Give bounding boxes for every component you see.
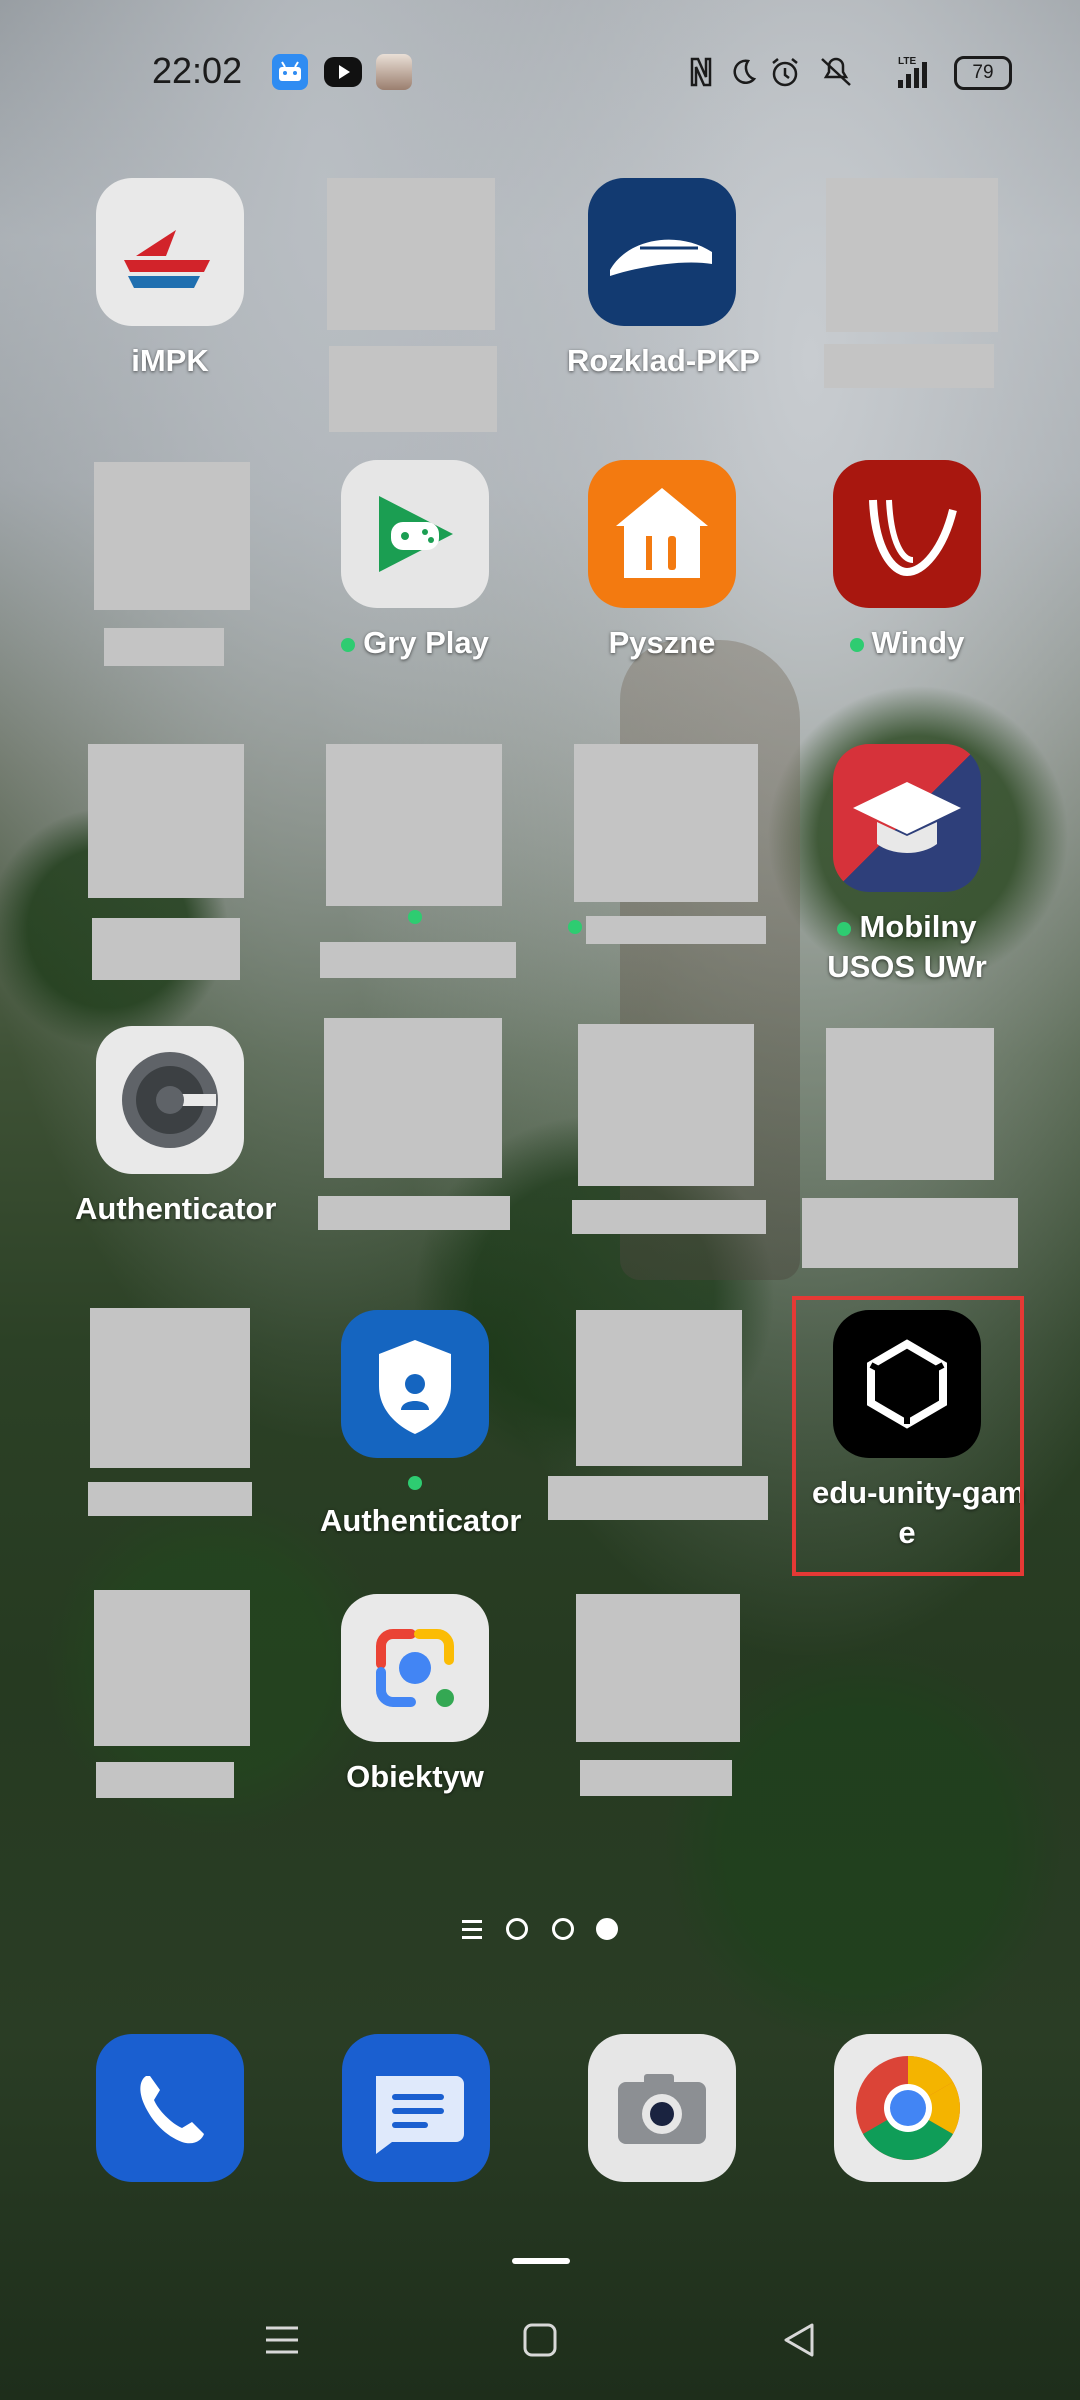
gesture-bar[interactable] bbox=[512, 2258, 570, 2264]
redacted-app-label bbox=[88, 1482, 252, 1516]
page-dot-3-active[interactable] bbox=[596, 1918, 618, 1940]
lock-shield-icon bbox=[341, 1310, 489, 1458]
redacted-app-icon[interactable] bbox=[578, 1024, 754, 1186]
redacted-app-icon[interactable] bbox=[327, 178, 495, 330]
app-label: Mobilny bbox=[812, 908, 1002, 946]
messages-icon[interactable] bbox=[342, 2034, 490, 2182]
page-dot-2[interactable] bbox=[552, 1918, 574, 1940]
back-triangle-icon[interactable] bbox=[768, 2310, 828, 2370]
highlight-box bbox=[792, 1296, 1024, 1576]
app-windy[interactable]: Windy bbox=[812, 460, 1002, 680]
app-label-line2: USOS UWr bbox=[827, 949, 987, 984]
youtube-icon bbox=[324, 57, 362, 87]
redacted-app-label bbox=[580, 1760, 732, 1796]
app-label: Pyszne bbox=[608, 625, 716, 660]
redacted-app-label bbox=[824, 344, 994, 388]
app-label: Gry Play bbox=[320, 624, 510, 662]
app-gry-play[interactable]: Gry Play bbox=[320, 460, 510, 680]
recents-menu-icon[interactable] bbox=[252, 2310, 312, 2370]
home-square-icon[interactable] bbox=[510, 2310, 570, 2370]
impk-icon bbox=[96, 178, 244, 326]
windy-icon bbox=[833, 460, 981, 608]
redacted-app-label bbox=[318, 1196, 510, 1230]
battery-indicator: 79 bbox=[954, 56, 1012, 90]
camera-icon[interactable] bbox=[588, 2034, 736, 2182]
page-dot-1[interactable] bbox=[506, 1918, 528, 1940]
redacted-app-label bbox=[329, 346, 497, 432]
app-microsoft-authenticator[interactable]: Authenticator bbox=[320, 1310, 522, 1540]
play-games-icon bbox=[341, 460, 489, 608]
lte-signal-icon: LTE bbox=[876, 52, 936, 92]
moon-icon bbox=[728, 52, 758, 92]
redacted-app-label bbox=[96, 1762, 234, 1798]
authenticator-icon bbox=[96, 1026, 244, 1174]
redacted-app-icon[interactable] bbox=[576, 1310, 742, 1466]
notification-dot bbox=[408, 910, 422, 924]
redacted-app-icon[interactable] bbox=[826, 178, 998, 332]
notification-dot bbox=[837, 921, 852, 936]
redacted-app-icon[interactable] bbox=[826, 1028, 994, 1180]
app-label: Obiektyw bbox=[346, 1759, 484, 1794]
redacted-app-icon[interactable] bbox=[88, 744, 244, 898]
redacted-app-icon[interactable] bbox=[326, 744, 502, 906]
mute-icon bbox=[816, 52, 856, 92]
redacted-app-icon[interactable] bbox=[94, 1590, 250, 1746]
status-bar: 22:02 LTE 79 bbox=[0, 0, 1080, 140]
redacted-app-label bbox=[548, 1476, 768, 1520]
redacted-app-label bbox=[802, 1198, 1018, 1268]
app-label: iMPK bbox=[131, 343, 209, 378]
app-label: Authenticator bbox=[320, 1503, 522, 1538]
train-icon bbox=[588, 178, 736, 326]
avatar-icon bbox=[376, 54, 412, 90]
redacted-app-label bbox=[104, 628, 224, 666]
app-impk[interactable]: iMPK bbox=[75, 178, 265, 398]
nfc-icon bbox=[686, 52, 716, 92]
redacted-app-label bbox=[92, 918, 240, 980]
all-apps-list-icon[interactable] bbox=[462, 1920, 482, 1939]
app-google-authenticator[interactable]: Authenticator bbox=[75, 1026, 277, 1246]
app-rozklad-pkp[interactable]: Rozklad-PKP bbox=[567, 178, 760, 398]
app-label: Rozklad-PKP bbox=[567, 343, 760, 378]
redacted-app-icon[interactable] bbox=[576, 1594, 740, 1742]
status-time: 22:02 bbox=[152, 50, 243, 91]
redacted-app-label bbox=[572, 1200, 766, 1234]
phone-icon[interactable] bbox=[96, 2034, 244, 2182]
app-obiektyw[interactable]: Obiektyw bbox=[320, 1594, 510, 1814]
redacted-app-label bbox=[320, 942, 516, 978]
redacted-app-icon[interactable] bbox=[94, 462, 250, 610]
chrome-icon[interactable] bbox=[834, 2034, 982, 2182]
notification-dot bbox=[568, 920, 582, 934]
pyszne-icon bbox=[588, 460, 736, 608]
notification-dot bbox=[408, 1476, 422, 1490]
app-mobilny-usos[interactable]: Mobilny USOS UWr bbox=[812, 744, 1002, 994]
notification-dot bbox=[341, 637, 356, 652]
google-lens-icon bbox=[341, 1594, 489, 1742]
app-pyszne[interactable]: Pyszne bbox=[567, 460, 757, 680]
svg-text:LTE: LTE bbox=[898, 56, 916, 67]
alarm-icon bbox=[768, 52, 802, 92]
redacted-app-icon[interactable] bbox=[324, 1018, 502, 1178]
graduation-cap-icon bbox=[833, 744, 981, 892]
redacted-app-icon[interactable] bbox=[574, 744, 758, 902]
app-label: Windy bbox=[812, 624, 1002, 662]
notification-dot bbox=[849, 637, 864, 652]
redacted-app-icon[interactable] bbox=[90, 1308, 250, 1468]
app-label: Authenticator bbox=[75, 1191, 277, 1226]
redacted-app-label bbox=[586, 916, 766, 944]
android-icon bbox=[272, 54, 308, 90]
